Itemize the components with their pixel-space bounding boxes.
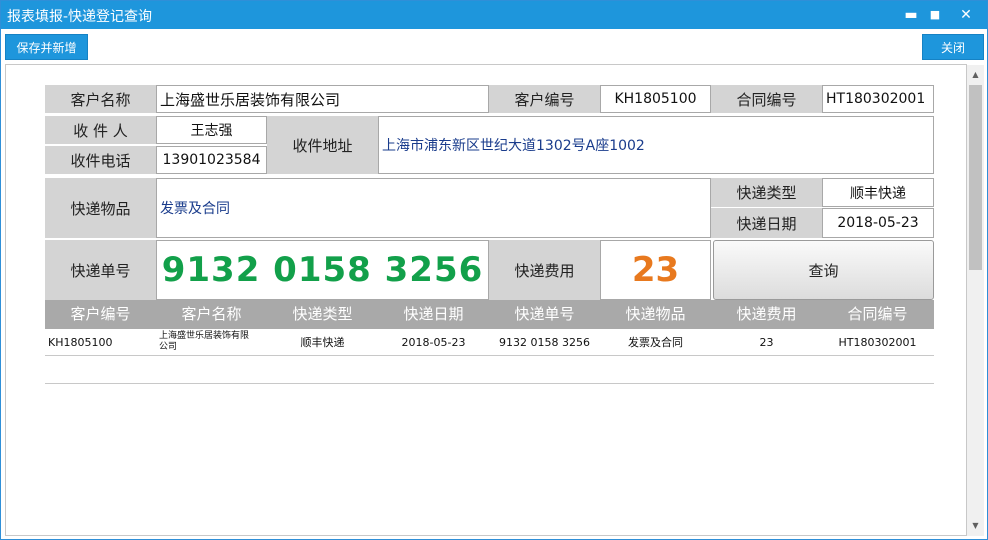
address-label: 收件地址 [267, 116, 378, 174]
scroll-up-icon[interactable]: ▲ [967, 67, 984, 83]
fee-field[interactable]: 23 [600, 240, 711, 300]
courier-type-label: 快递类型 [711, 178, 822, 207]
column-header[interactable]: 快递类型 [267, 300, 378, 329]
contract-no-label: 合同编号 [711, 85, 822, 113]
table-cell: 9132 0158 3256 [499, 335, 590, 349]
column-header[interactable]: 合同编号 [822, 300, 933, 329]
table-cell: KH1805100 [48, 335, 113, 349]
scroll-down-icon[interactable]: ▼ [967, 518, 984, 534]
scroll-thumb[interactable] [969, 85, 982, 270]
minimize-icon[interactable]: ▬ [901, 5, 921, 25]
title-bar: 报表填报-快递登记查询 ▬ ■ ✕ [1, 1, 987, 29]
table-cell: 上海盛世乐居装饰有限公司 [159, 331, 250, 352]
customer-no-field[interactable]: KH1805100 [600, 85, 711, 113]
fee-value: 23 [631, 250, 680, 290]
grid-header: 客户编号 客户名称 快递类型 快递日期 快递单号 快递物品 快递费用 合同编号 [45, 300, 934, 329]
column-header[interactable]: 客户编号 [45, 300, 156, 329]
customer-name-field[interactable]: 上海盛世乐居装饰有限公司 [156, 85, 489, 113]
column-header[interactable]: 快递物品 [600, 300, 711, 329]
query-button[interactable]: 查询 [713, 240, 934, 300]
table-cell: 发票及合同 [628, 336, 683, 349]
table-cell: HT180302001 [838, 335, 917, 349]
courier-date-field[interactable]: 2018-05-23 [822, 208, 934, 238]
column-header[interactable]: 快递单号 [489, 300, 600, 329]
customer-name-label: 客户名称 [45, 85, 156, 113]
save-and-new-button[interactable]: 保存并新增 [5, 34, 88, 60]
table-cell: 2018-05-23 [401, 335, 466, 349]
contract-no-field[interactable]: HT180302001 [822, 85, 934, 113]
recipient-phone-label: 收件电话 [45, 146, 156, 174]
window-title: 报表填报-快递登记查询 [7, 9, 153, 25]
table-cell: 顺丰快递 [300, 336, 345, 349]
table-row[interactable]: KH1805100 上海盛世乐居装饰有限公司 顺丰快递 2018-05-23 9… [45, 329, 934, 356]
courier-type-field[interactable]: 顺丰快递 [822, 178, 934, 207]
vertical-scrollbar[interactable]: ▲ ▼ [967, 65, 984, 536]
app-window: 报表填报-快递登记查询 ▬ ■ ✕ 保存并新增 关闭 客户名称 上海盛世乐居装饰… [0, 0, 988, 540]
recipient-phone-field[interactable]: 13901023584 [156, 146, 267, 174]
maximize-icon[interactable]: ■ [925, 5, 945, 25]
result-grid: 客户编号 客户名称 快递类型 快递日期 快递单号 快递物品 快递费用 合同编号 … [45, 300, 934, 384]
recipient-label: 收 件 人 [45, 116, 156, 144]
tracking-no-value: 9132 0158 3256 [161, 250, 484, 290]
close-button[interactable]: 关闭 [922, 34, 984, 60]
close-icon[interactable]: ✕ [956, 5, 976, 25]
tracking-no-field[interactable]: 9132 0158 3256 [156, 240, 489, 300]
address-field[interactable]: 上海市浦东新区世纪大道1302号A座1002 [378, 116, 934, 174]
column-header[interactable]: 快递日期 [378, 300, 489, 329]
column-header[interactable]: 客户名称 [156, 300, 267, 329]
customer-no-label: 客户编号 [489, 85, 600, 113]
item-label: 快递物品 [45, 178, 156, 238]
fee-label: 快递费用 [489, 240, 600, 300]
table-cell: 23 [759, 335, 774, 349]
column-header[interactable]: 快递费用 [711, 300, 822, 329]
courier-date-label: 快递日期 [711, 208, 822, 238]
toolbar: 保存并新增 关闭 [1, 29, 987, 64]
tracking-no-label: 快递单号 [45, 240, 156, 300]
recipient-field[interactable]: 王志强 [156, 116, 267, 144]
item-field[interactable]: 发票及合同 [156, 178, 711, 238]
